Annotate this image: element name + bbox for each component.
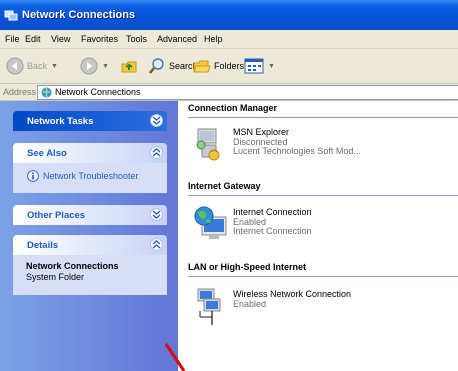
menu-edit[interactable]: Edit (25, 34, 41, 44)
network-connections-icon (4, 10, 18, 21)
menu-file[interactable]: File (5, 34, 20, 44)
details-header[interactable]: Details (13, 235, 167, 255)
address-bar: Address Network Connections (0, 84, 458, 101)
connection-item-msn-explorer[interactable]: MSN Explorer Disconnected Lucent Technol… (192, 125, 452, 167)
folders-label: Folders (214, 61, 245, 71)
back-arrow-icon (6, 57, 24, 75)
up-folder-button[interactable] (120, 56, 138, 76)
expand-chevron-icon[interactable] (150, 208, 163, 221)
menu-view[interactable]: View (51, 34, 70, 44)
network-connections-icon (41, 87, 52, 98)
other-places-header[interactable]: Other Places (13, 205, 167, 225)
see-also-title: See Also (27, 148, 67, 159)
connection-item-internet-connection[interactable]: Internet Connection Enabled Internet Con… (192, 205, 452, 247)
address-label: Address (3, 87, 37, 97)
menu-advanced[interactable]: Advanced (157, 34, 197, 44)
menu-tools[interactable]: Tools (126, 34, 147, 44)
search-icon (149, 58, 164, 74)
task-pane: Network Tasks See Also Network Troublesh… (0, 101, 178, 371)
back-button[interactable]: Back ▼ (6, 56, 58, 76)
network-troubleshooter-label: Network Troubleshooter (43, 171, 139, 181)
content-pane: Connection Manager MSN Explorer Disconne… (178, 101, 458, 371)
group-header-connection-manager: Connection Manager (188, 103, 458, 118)
views-button[interactable]: ▼ (244, 56, 275, 76)
see-also-header[interactable]: See Also (13, 143, 167, 163)
group-header-internet-gateway: Internet Gateway (188, 181, 458, 196)
toolbar: Back ▼ ▼ Search Folders ▼ (0, 49, 458, 84)
details-type: System Folder (26, 272, 85, 282)
back-label: Back (27, 61, 48, 71)
other-places-title: Other Places (27, 210, 86, 221)
views-icon (244, 58, 264, 74)
search-button[interactable]: Search (148, 56, 198, 76)
connection-name: Wireless Network Connection (233, 289, 352, 299)
address-value: Network Connections (55, 87, 141, 97)
address-field[interactable]: Network Connections (37, 85, 458, 100)
connection-device: Lucent Technologies Soft Mod... (233, 146, 361, 156)
forward-arrow-icon (80, 57, 98, 75)
collapse-chevron-icon[interactable] (150, 146, 163, 159)
connection-name: Internet Connection (233, 207, 312, 217)
menu-bar: File Edit View Favorites Tools Advanced … (0, 30, 458, 49)
dialup-connection-icon (196, 128, 220, 161)
menu-favorites[interactable]: Favorites (81, 34, 118, 44)
network-tasks-header[interactable]: Network Tasks (13, 111, 167, 131)
details-title-header: Details (27, 240, 59, 251)
group-header-lan: LAN or High-Speed Internet (188, 262, 458, 277)
window-title: Network Connections (22, 9, 136, 21)
connection-name: MSN Explorer (233, 127, 290, 137)
internet-gateway-icon (194, 206, 227, 239)
folders-button[interactable]: Folders (193, 56, 244, 76)
expand-chevron-icon[interactable] (150, 114, 163, 127)
connection-item-wireless[interactable]: Wireless Network Connection Enabled (192, 287, 452, 329)
chevron-down-icon[interactable]: ▼ (268, 63, 275, 70)
details-body: Network Connections System Folder (13, 255, 167, 295)
folders-icon (193, 60, 211, 73)
connection-status: Enabled (233, 299, 267, 309)
title-bar[interactable]: Network Connections (0, 0, 458, 30)
network-troubleshooter-link[interactable]: Network Troubleshooter (27, 170, 139, 182)
network-tasks-title: Network Tasks (27, 116, 94, 127)
forward-button[interactable]: ▼ (80, 56, 109, 76)
wireless-connection-icon (197, 288, 221, 325)
details-name: Network Connections (26, 261, 119, 271)
help-info-icon (27, 170, 39, 182)
folder-up-icon (121, 61, 137, 73)
connection-device: Internet Connection (233, 226, 312, 236)
chevron-down-icon[interactable]: ▼ (102, 63, 109, 70)
collapse-chevron-icon[interactable] (150, 238, 163, 251)
menu-help[interactable]: Help (204, 34, 223, 44)
see-also-body: Network Troubleshooter (13, 163, 167, 193)
chevron-down-icon[interactable]: ▼ (51, 63, 58, 70)
